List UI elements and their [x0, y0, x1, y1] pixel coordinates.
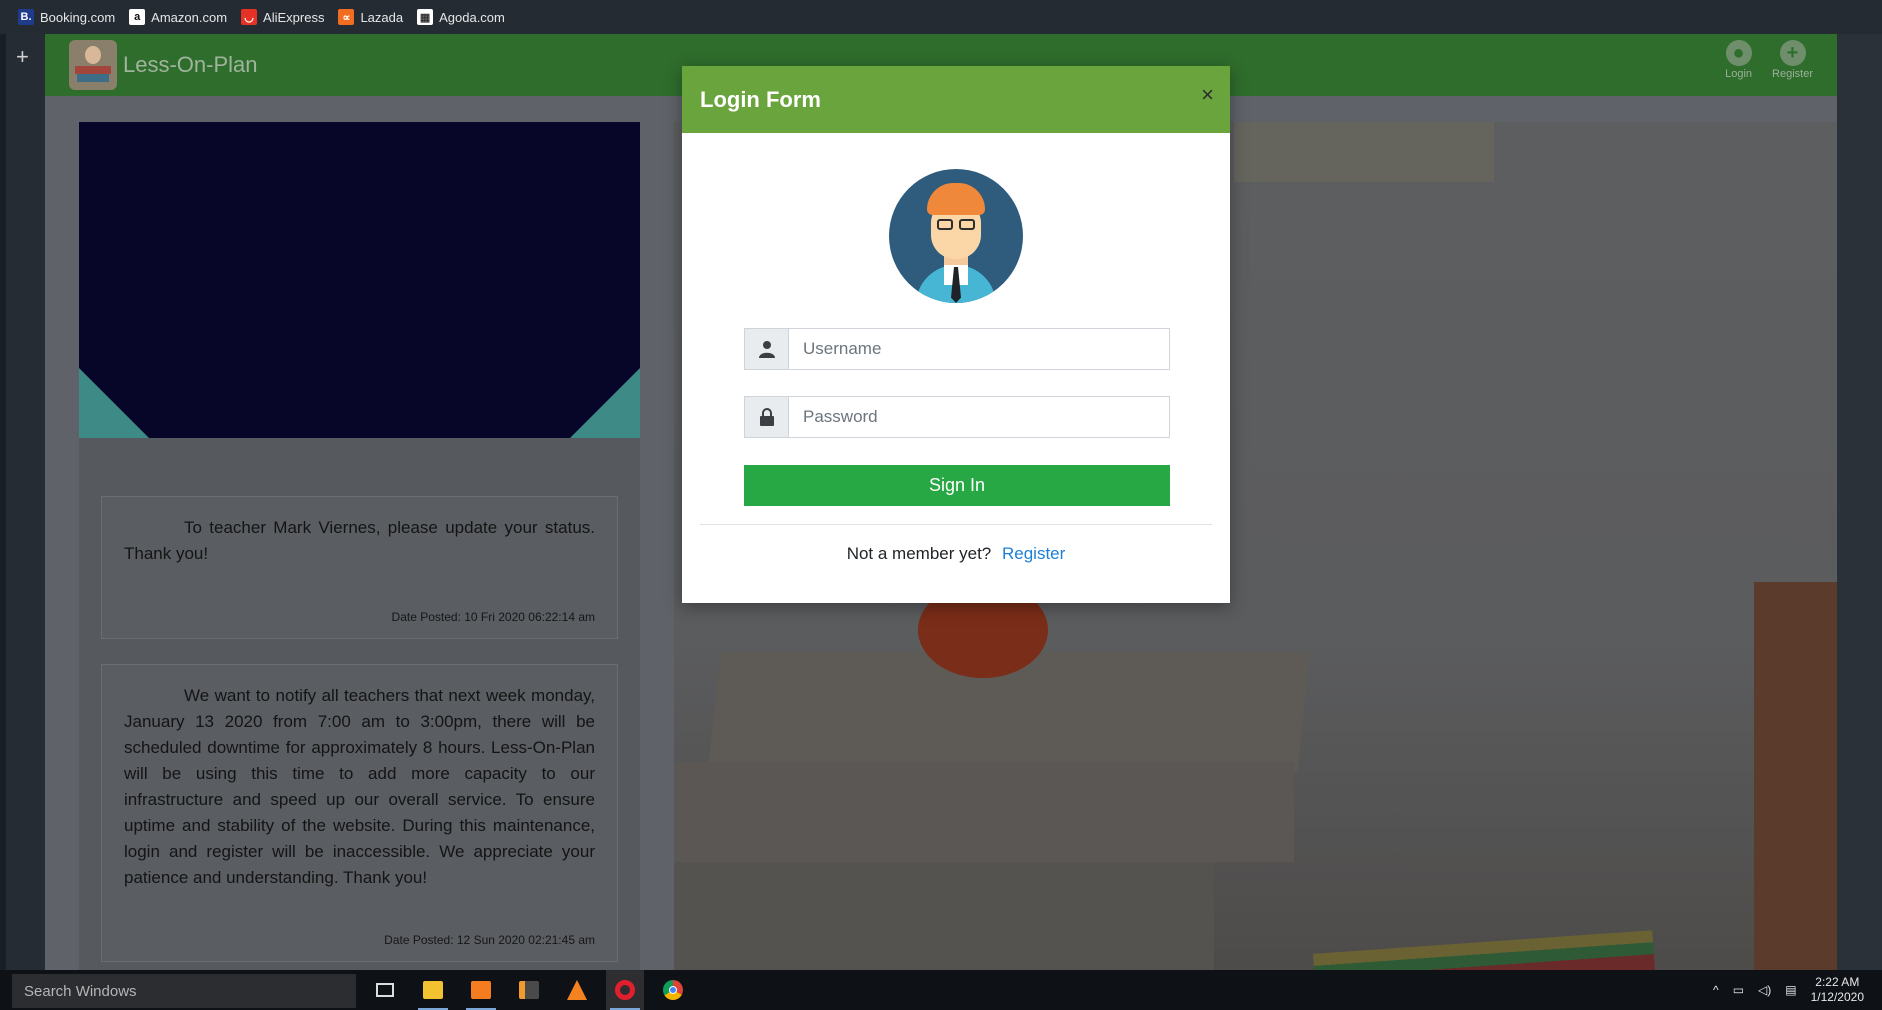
toy-blocks-image: [1754, 582, 1837, 970]
register-prompt: Not a member yet? Register: [682, 544, 1230, 564]
bookmark-booking[interactable]: B. Booking.com: [18, 9, 115, 25]
register-prompt-text: Not a member yet?: [846, 544, 992, 563]
bookmark-label: Agoda.com: [439, 9, 505, 25]
register-nav-label: Register: [1772, 68, 1813, 80]
announcements-panel: To teacher Mark Viernes, please update y…: [79, 122, 640, 970]
bookmark-label: AliExpress: [263, 9, 325, 25]
announcement-card: To teacher Mark Viernes, please update y…: [101, 496, 618, 639]
agoda-icon: ▦: [417, 9, 434, 25]
network-icon[interactable]: ▤: [1785, 983, 1796, 997]
system-tray: ^ ▭ ◁) ▤ 2:22 AM 1/12/2020: [1713, 970, 1864, 1010]
bookmark-label: Amazon.com: [151, 9, 228, 25]
announcement-date: Date Posted: 10 Fri 2020 06:22:14 am: [391, 610, 595, 624]
password-field: [744, 396, 1170, 438]
booking-icon: B.: [18, 9, 34, 25]
username-field: [744, 328, 1170, 370]
amazon-icon: a: [129, 9, 146, 25]
sign-in-button[interactable]: Sign In: [744, 465, 1170, 506]
announcement-date: Date Posted: 12 Sun 2020 02:21:45 am: [384, 933, 595, 947]
file-explorer-icon[interactable]: [414, 970, 452, 1010]
bookmark-agoda[interactable]: ▦ Agoda.com: [417, 9, 505, 25]
lazada-icon: ∝: [338, 9, 355, 25]
bookmark-aliexpress[interactable]: ◡ AliExpress: [241, 9, 324, 25]
register-link[interactable]: Register: [1002, 544, 1065, 563]
announcement-card: We want to notify all teachers that next…: [101, 664, 618, 962]
sidebar-strip: [0, 34, 6, 970]
login-nav-label: Login: [1725, 68, 1753, 80]
taskbar: Search Windows ^ ▭ ◁) ▤ 2:22 AM 1/12/202…: [0, 970, 1882, 1010]
register-nav-button[interactable]: + Register: [1772, 40, 1813, 80]
xampp-icon[interactable]: [462, 970, 500, 1010]
user-icon: [745, 329, 789, 369]
video-decoration: [570, 368, 640, 438]
lock-icon: [745, 397, 789, 437]
nav-actions: ● Login + Register: [1725, 40, 1813, 80]
video-decoration: [79, 368, 149, 438]
battery-icon[interactable]: ▭: [1733, 983, 1744, 997]
aliexpress-icon: ◡: [241, 9, 258, 25]
modal-divider: [700, 524, 1212, 525]
modal-header: Login Form ×: [682, 66, 1230, 133]
opera-icon[interactable]: [606, 970, 644, 1010]
username-input[interactable]: [789, 329, 1169, 369]
volume-icon[interactable]: ◁): [1758, 983, 1771, 997]
bookmarks-bar: B. Booking.com a Amazon.com ◡ AliExpress…: [0, 0, 1882, 34]
brand-logo-icon: [69, 40, 117, 90]
bookmark-label: Lazada: [360, 9, 404, 25]
plus-circle-icon: +: [1779, 40, 1806, 66]
clock-date: 1/12/2020: [1810, 990, 1864, 1004]
search-box[interactable]: Search Windows: [12, 974, 356, 1008]
bookmark-label: Booking.com: [40, 9, 116, 25]
announcement-text: To teacher Mark Viernes, please update y…: [124, 518, 595, 563]
taskbar-apps: [366, 970, 692, 1010]
bookmark-lazada[interactable]: ∝ Lazada: [338, 9, 403, 25]
avatar-icon: [889, 169, 1023, 303]
video-player[interactable]: [79, 122, 640, 438]
task-view-icon[interactable]: [366, 970, 404, 1010]
brand-name: Less-On-Plan: [123, 52, 258, 77]
add-icon[interactable]: +: [16, 44, 29, 70]
chrome-icon[interactable]: [654, 970, 692, 1010]
modal-title: Login Form: [700, 86, 821, 112]
login-nav-button[interactable]: ● Login: [1725, 40, 1752, 80]
clock[interactable]: 2:22 AM 1/12/2020: [1811, 975, 1864, 1005]
chevron-up-icon[interactable]: ^: [1713, 983, 1719, 997]
brand[interactable]: Less-On-Plan: [69, 40, 258, 90]
announcement-text: We want to notify all teachers that next…: [124, 686, 595, 887]
user-circle-icon: ●: [1725, 40, 1752, 66]
login-modal: Login Form × Sign In Not a member yet? R…: [682, 66, 1230, 603]
sublime-text-icon[interactable]: [510, 970, 548, 1010]
close-icon[interactable]: ×: [1201, 84, 1214, 106]
password-input[interactable]: [789, 397, 1169, 437]
bookmark-amazon[interactable]: a Amazon.com: [129, 9, 227, 25]
clock-time: 2:22 AM: [1815, 975, 1860, 989]
vlc-icon[interactable]: [558, 970, 596, 1010]
browser-sidebar: +: [0, 34, 45, 970]
